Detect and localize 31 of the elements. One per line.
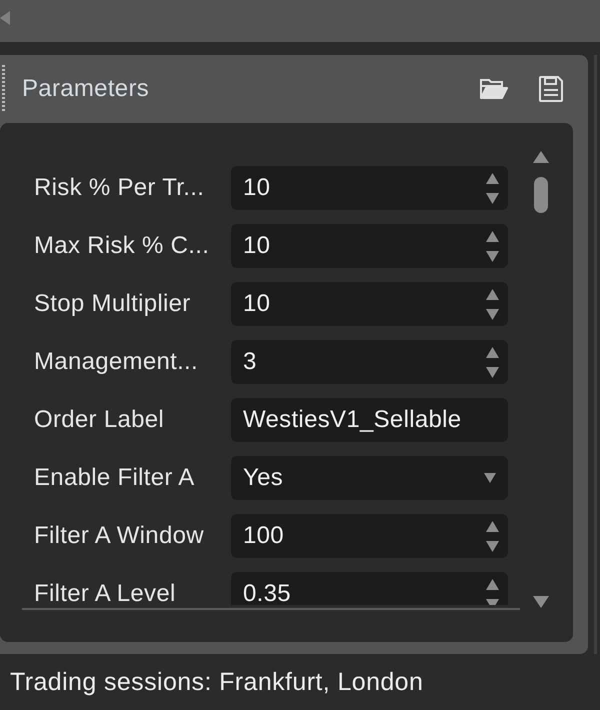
spin-arrows-icon[interactable] <box>486 288 499 320</box>
panel-title: Parameters <box>22 75 150 103</box>
number-field[interactable]: 100 <box>231 514 508 558</box>
save-icon[interactable] <box>539 76 563 102</box>
parameter-label: Filter A Window <box>34 522 205 550</box>
parameter-label: Max Risk % C... <box>34 232 210 260</box>
parameter-label: Order Label <box>34 406 166 434</box>
number-field[interactable]: 3 <box>231 340 508 384</box>
spin-arrows-icon[interactable] <box>486 230 499 262</box>
number-field[interactable]: 10 <box>231 224 508 268</box>
number-field[interactable]: 0.35 <box>231 572 508 605</box>
spin-arrows-icon[interactable] <box>486 172 499 204</box>
grip-icon[interactable] <box>2 65 5 113</box>
parameter-label: Risk % Per Tr... <box>34 174 206 202</box>
number-field[interactable]: 10 <box>231 166 508 210</box>
text-field[interactable]: WestiesV1_Sellable <box>231 398 508 442</box>
parameter-label: Management... <box>34 348 199 376</box>
number-field[interactable]: 10 <box>231 282 508 326</box>
spin-arrows-icon[interactable] <box>486 520 499 552</box>
dropdown-caret-icon[interactable] <box>484 473 496 483</box>
spin-arrows-icon[interactable] <box>486 346 499 378</box>
scroll-up-icon[interactable] <box>533 151 549 163</box>
folder-icon[interactable] <box>480 79 508 99</box>
dropdown-field[interactable]: Yes <box>231 456 508 500</box>
parameter-label: Enable Filter A <box>34 464 196 492</box>
scrollbar-thumb[interactable] <box>534 177 548 213</box>
spin-arrows-icon[interactable] <box>486 578 499 605</box>
status-text: Trading sessions: Frankfurt, London <box>10 668 424 696</box>
scroll-down-icon[interactable] <box>533 596 549 608</box>
parameter-label: Stop Multiplier <box>34 290 192 318</box>
parameter-label: Filter A Level <box>34 580 177 605</box>
